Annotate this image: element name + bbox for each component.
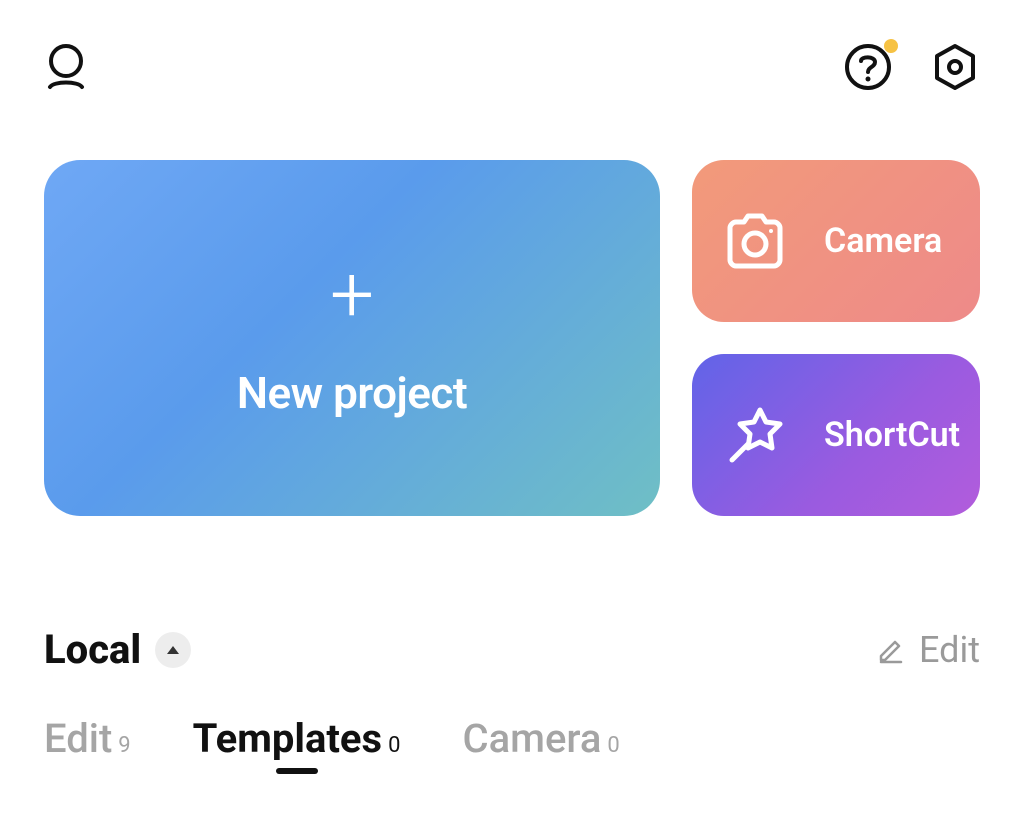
header-right bbox=[844, 42, 980, 96]
tab-label: Edit bbox=[44, 715, 112, 762]
new-project-label: New project bbox=[237, 367, 467, 419]
local-section: Local Edit bbox=[0, 516, 1024, 673]
tab-edit[interactable]: Edit 9 bbox=[44, 715, 131, 762]
tab-templates[interactable]: Templates 0 bbox=[193, 715, 401, 762]
new-project-button[interactable]: + New project bbox=[44, 160, 660, 516]
camera-icon bbox=[720, 206, 790, 276]
local-title-group: Local bbox=[44, 626, 191, 673]
notification-dot-icon bbox=[884, 39, 898, 53]
edit-button-label: Edit bbox=[919, 629, 980, 671]
profile-icon[interactable] bbox=[44, 43, 88, 95]
camera-button[interactable]: Camera bbox=[692, 160, 980, 322]
help-button[interactable] bbox=[844, 43, 892, 95]
pencil-icon bbox=[875, 634, 907, 666]
magic-wand-icon bbox=[720, 400, 790, 470]
side-cards: Camera ShortCut bbox=[692, 160, 980, 516]
tab-label: Templates bbox=[193, 715, 382, 762]
camera-label: Camera bbox=[824, 221, 942, 261]
cards-area: + New project Camera ShortCut bbox=[0, 110, 1024, 516]
edit-button[interactable]: Edit bbox=[875, 629, 980, 671]
chevron-up-icon bbox=[165, 644, 181, 656]
tab-count: 9 bbox=[118, 733, 130, 758]
collapse-button[interactable] bbox=[155, 632, 191, 668]
tab-label: Camera bbox=[462, 715, 601, 762]
app-header bbox=[0, 0, 1024, 110]
header-left bbox=[44, 43, 88, 95]
settings-icon[interactable] bbox=[930, 42, 980, 96]
local-header: Local Edit bbox=[44, 626, 980, 673]
help-icon bbox=[844, 43, 892, 95]
tabs: Edit 9 Templates 0 Camera 0 bbox=[0, 673, 1024, 762]
shortcut-button[interactable]: ShortCut bbox=[692, 354, 980, 516]
local-title: Local bbox=[44, 626, 141, 673]
plus-icon: + bbox=[330, 257, 374, 335]
tab-count: 0 bbox=[607, 733, 619, 758]
tab-count: 0 bbox=[388, 733, 400, 758]
shortcut-label: ShortCut bbox=[824, 415, 960, 455]
tab-camera[interactable]: Camera 0 bbox=[462, 715, 619, 762]
